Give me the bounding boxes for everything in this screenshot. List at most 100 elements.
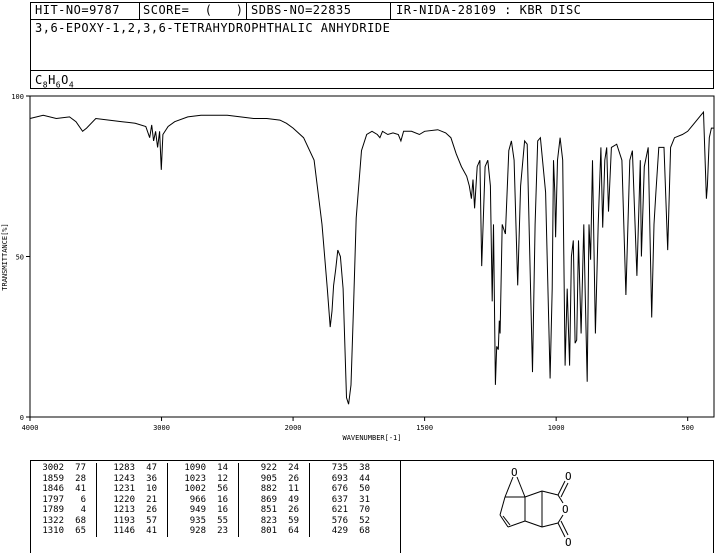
peak-wavenumber: 1859 bbox=[42, 473, 64, 484]
bond bbox=[499, 496, 506, 516]
bond bbox=[504, 476, 514, 498]
peak-transmittance: 26 bbox=[146, 505, 157, 515]
bond bbox=[557, 480, 566, 496]
peak-transmittance: 23 bbox=[217, 526, 228, 536]
peak-transmittance: 14 bbox=[217, 463, 228, 473]
peak-wavenumber: 1310 bbox=[42, 526, 64, 536]
peak-transmittance: 59 bbox=[288, 515, 299, 526]
bond bbox=[557, 494, 564, 504]
table-row: 3002 77 1283 47 1090 14 922 24 735 38 bbox=[36, 463, 380, 474]
peak-transmittance: 64 bbox=[288, 526, 299, 536]
peak-transmittance: 68 bbox=[359, 526, 370, 536]
structure-diagram: O O O O bbox=[499, 466, 572, 549]
peak-transmittance: 10 bbox=[146, 484, 157, 494]
peak-wavenumber: 922 bbox=[260, 463, 277, 473]
peak-transmittance: 77 bbox=[75, 463, 86, 473]
bond bbox=[516, 476, 526, 498]
peak-transmittance: 49 bbox=[288, 494, 299, 505]
peak-transmittance: 16 bbox=[217, 494, 228, 505]
peak-wavenumber: 1243 bbox=[113, 473, 135, 484]
peak-wavenumber: 1193 bbox=[113, 515, 135, 526]
peak-table: 3002 77 1283 47 1090 14 922 24 735 38 1859 28 1243 36… bbox=[36, 463, 380, 537]
peak-wavenumber: 429 bbox=[331, 526, 348, 536]
peak-wavenumber: 882 bbox=[260, 484, 277, 494]
bond bbox=[507, 520, 526, 528]
ir-spectrum-chart: 100500 4000 3000 2000 1500 1000 500 TRANSMITT… bbox=[1, 93, 715, 442]
peak-transmittance: 41 bbox=[146, 526, 157, 536]
table-row: 1789 4 1213 26 949 16 851 26 621 70 bbox=[36, 505, 380, 516]
peak-transmittance: 56 bbox=[217, 484, 228, 494]
peak-transmittance: 26 bbox=[288, 473, 299, 484]
peak-transmittance: 70 bbox=[359, 505, 370, 515]
bond bbox=[541, 490, 559, 496]
y-tick-label: 100 bbox=[11, 93, 24, 101]
peak-transmittance: 55 bbox=[217, 515, 228, 526]
peak-wavenumber: 1220 bbox=[113, 494, 135, 505]
peak-wavenumber: 851 bbox=[260, 505, 277, 515]
atom-label: O bbox=[565, 536, 572, 549]
peak-wavenumber: 949 bbox=[189, 505, 206, 515]
table-row: 1322 68 1193 57 935 55 823 59 576 52 bbox=[36, 515, 380, 526]
x-tick-label: 500 bbox=[681, 424, 694, 432]
peak-wavenumber: 905 bbox=[260, 473, 277, 484]
y-tick-label: 50 bbox=[16, 254, 24, 262]
y-axis-label: TRANSMITTANCE[%] bbox=[1, 223, 9, 290]
plot-frame bbox=[29, 95, 715, 418]
peak-wavenumber: 966 bbox=[189, 494, 206, 505]
table-row: 1310 65 1146 41 928 23 801 64 429 68 bbox=[36, 526, 380, 537]
peak-wavenumber: 928 bbox=[189, 526, 206, 536]
table-row: 1859 28 1243 36 1023 12 905 26 693 44 bbox=[36, 473, 380, 484]
peak-wavenumber: 1090 bbox=[184, 463, 206, 473]
table-row: 1846 41 1231 10 1002 56 882 11 676 50 bbox=[36, 484, 380, 495]
spectrum-line bbox=[29, 110, 714, 405]
peak-wavenumber: 1231 bbox=[113, 484, 135, 494]
peak-transmittance: 38 bbox=[359, 463, 370, 473]
peak-wavenumber: 637 bbox=[331, 494, 348, 505]
peak-wavenumber: 823 bbox=[260, 515, 277, 526]
peak-transmittance: 68 bbox=[75, 515, 86, 526]
peak-transmittance: 16 bbox=[217, 505, 228, 515]
bond bbox=[560, 482, 569, 498]
peak-transmittance: 65 bbox=[75, 526, 86, 536]
peak-transmittance: 47 bbox=[146, 463, 157, 473]
peak-transmittance: 24 bbox=[288, 463, 299, 473]
peak-wavenumber: 1283 bbox=[113, 463, 135, 473]
peak-wavenumber: 693 bbox=[331, 473, 348, 484]
peak-wavenumber: 801 bbox=[260, 526, 277, 536]
bond bbox=[560, 520, 569, 536]
x-tick-label: 2000 bbox=[285, 424, 302, 432]
structure-divider bbox=[400, 460, 401, 553]
peak-wavenumber: 869 bbox=[260, 494, 277, 505]
bond bbox=[524, 490, 543, 498]
x-axis-label: WAVENUMBER[-1] bbox=[342, 434, 401, 442]
peak-transmittance: 57 bbox=[146, 515, 157, 526]
peak-wavenumber: 1797 bbox=[42, 494, 64, 505]
peak-wavenumber: 1846 bbox=[42, 484, 64, 494]
x-tick-label: 1500 bbox=[416, 424, 433, 432]
peak-transmittance: 21 bbox=[146, 494, 157, 505]
peak-wavenumber: 735 bbox=[331, 463, 348, 473]
peak-transmittance: 4 bbox=[80, 505, 86, 515]
peak-transmittance: 28 bbox=[75, 473, 86, 484]
peak-wavenumber: 1322 bbox=[42, 515, 64, 526]
atom-label: O bbox=[511, 466, 518, 479]
bond bbox=[541, 522, 559, 528]
peak-transmittance: 50 bbox=[359, 484, 370, 494]
bond bbox=[557, 514, 564, 524]
peak-wavenumber: 576 bbox=[331, 515, 348, 526]
peak-wavenumber: 1213 bbox=[113, 505, 135, 515]
peak-transmittance: 6 bbox=[80, 494, 86, 505]
peak-wavenumber: 1023 bbox=[184, 473, 206, 484]
bond bbox=[557, 522, 566, 538]
peak-wavenumber: 1146 bbox=[113, 526, 135, 536]
peak-transmittance: 44 bbox=[359, 473, 370, 484]
x-tick-label: 4000 bbox=[22, 424, 39, 432]
peak-transmittance: 36 bbox=[146, 473, 157, 484]
peak-wavenumber: 1789 bbox=[42, 505, 64, 515]
peak-wavenumber: 621 bbox=[331, 505, 348, 515]
peak-transmittance: 52 bbox=[359, 515, 370, 526]
peak-transmittance: 12 bbox=[217, 473, 228, 484]
table-row: 1797 6 1220 21 966 16 869 49 637 31 bbox=[36, 494, 380, 505]
x-tick-label: 3000 bbox=[153, 424, 170, 432]
peak-wavenumber: 3002 bbox=[42, 463, 64, 473]
